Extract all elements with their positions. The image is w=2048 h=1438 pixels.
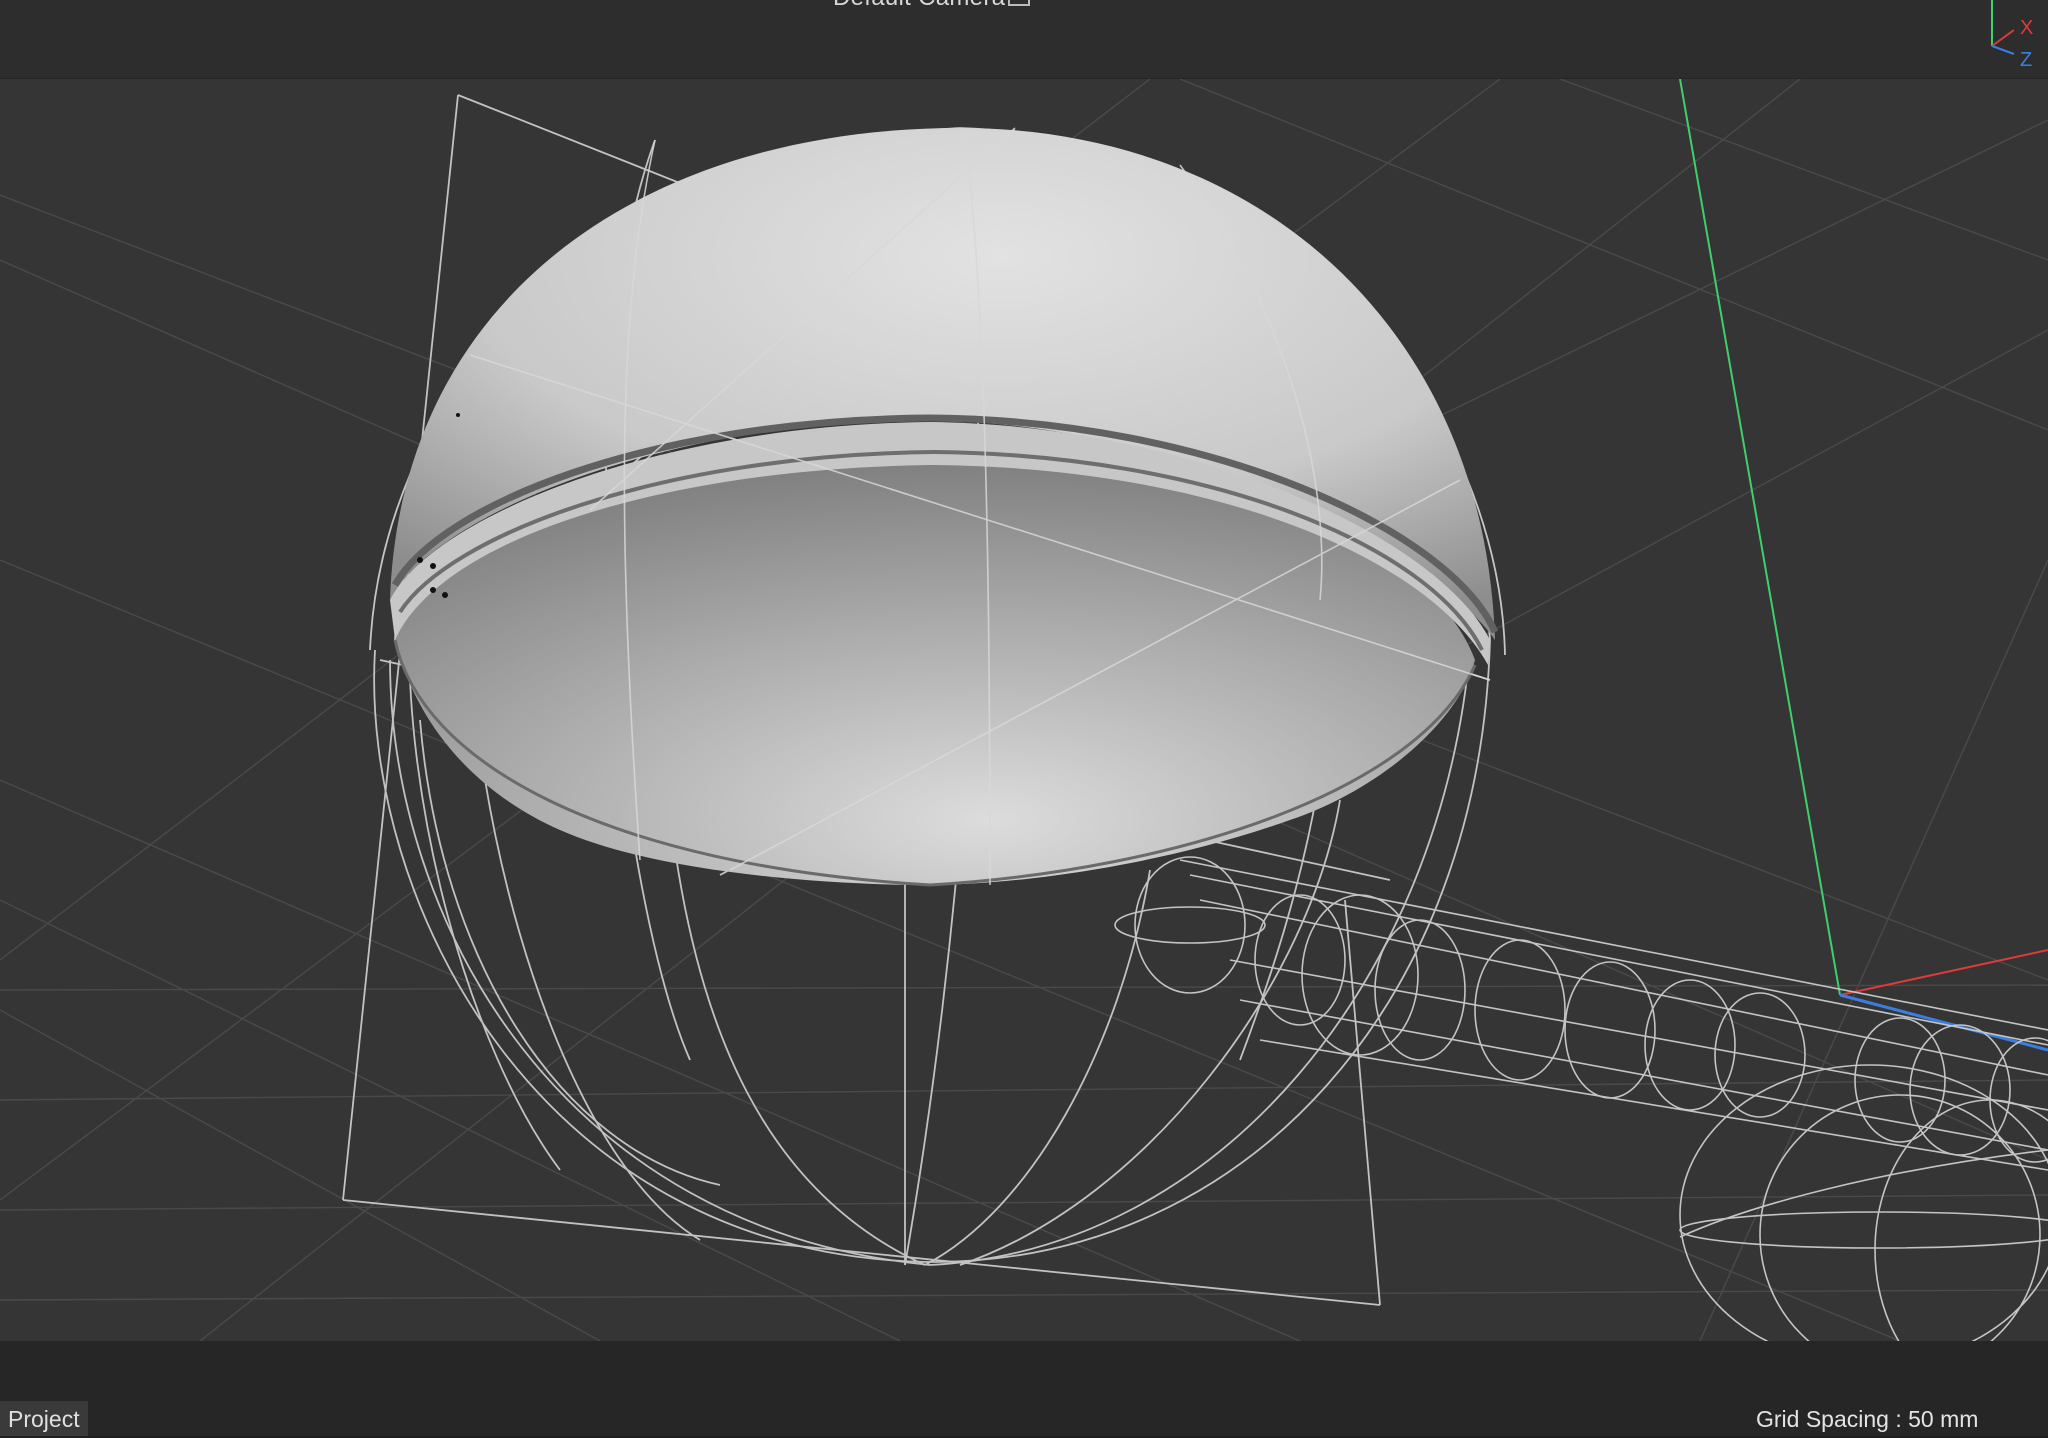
z-axis-line — [1839, 993, 2048, 1052]
camera-label[interactable]: Default Camera — [833, 0, 1005, 12]
gizmo-x-label: X — [2020, 17, 2033, 39]
y-axis-line — [1679, 79, 1841, 996]
gizmo-z-label: Z — [2020, 49, 2032, 70]
axis-gizmo: X Z — [1991, 0, 2033, 70]
viewport-header: Default Camera X Z — [0, 0, 2048, 79]
dome-model[interactable] — [390, 128, 1499, 887]
gizmo-x-axis — [1991, 29, 2015, 47]
camera-icon[interactable] — [1008, 0, 1030, 6]
project-tab[interactable]: Project — [0, 1401, 88, 1436]
viewport-scene — [0, 79, 2048, 1341]
3d-viewport[interactable] — [0, 79, 2048, 1341]
grid-spacing-readout: Grid Spacing : 50 mm — [1756, 1406, 1979, 1432]
gizmo-z-axis — [1991, 45, 2015, 55]
status-bar: Project Grid Spacing : 50 mm — [0, 1341, 2048, 1436]
